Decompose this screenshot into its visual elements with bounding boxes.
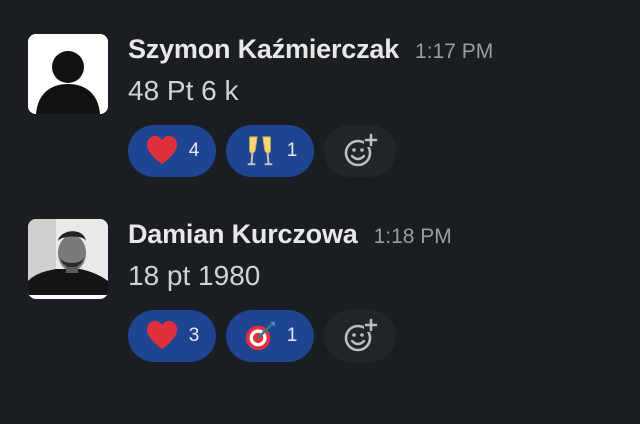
add-reaction-button[interactable]	[324, 310, 396, 362]
reactions-bar: 3 1	[128, 310, 452, 362]
reaction-target[interactable]: 1	[226, 310, 314, 362]
message-content: Damian Kurczowa 1:18 PM 18 pt 1980 3 1	[128, 219, 452, 362]
avatar[interactable]	[28, 219, 108, 299]
user-photo-avatar	[28, 219, 108, 299]
add-reaction-icon	[344, 318, 378, 352]
message-header: Szymon Kaźmierczak 1:17 PM	[128, 34, 493, 65]
author-name[interactable]: Damian Kurczowa	[128, 219, 358, 250]
direct-hit-target-icon	[245, 321, 275, 351]
add-reaction-icon	[344, 133, 378, 167]
reaction-count: 1	[286, 140, 298, 161]
message-text: 48 Pt 6 k	[128, 75, 239, 106]
reaction-count: 3	[188, 325, 200, 346]
default-user-avatar-icon	[28, 34, 108, 114]
timestamp[interactable]: 1:17 PM	[415, 40, 493, 64]
message: Damian Kurczowa 1:18 PM 18 pt 1980 3 1	[28, 219, 618, 379]
reaction-heart[interactable]: 4	[128, 125, 216, 177]
add-reaction-button[interactable]	[324, 125, 396, 177]
message-content: Szymon Kaźmierczak 1:17 PM 48 Pt 6 k 4 1	[128, 34, 493, 177]
red-heart-icon	[146, 135, 177, 165]
message-header: Damian Kurczowa 1:18 PM	[128, 219, 452, 250]
reactions-bar: 4 1	[128, 125, 493, 177]
timestamp[interactable]: 1:18 PM	[374, 225, 452, 249]
author-name[interactable]: Szymon Kaźmierczak	[128, 34, 399, 65]
reaction-count: 1	[286, 325, 298, 346]
reaction-heart[interactable]: 3	[128, 310, 216, 362]
message-text: 18 pt 1980	[128, 260, 261, 291]
message: Szymon Kaźmierczak 1:17 PM 48 Pt 6 k 4 1	[28, 34, 618, 194]
champagne-glasses-icon	[247, 136, 272, 166]
red-heart-icon	[146, 320, 177, 350]
reaction-count: 4	[188, 140, 200, 161]
reaction-champagne[interactable]: 1	[226, 125, 314, 177]
avatar[interactable]	[28, 34, 108, 114]
